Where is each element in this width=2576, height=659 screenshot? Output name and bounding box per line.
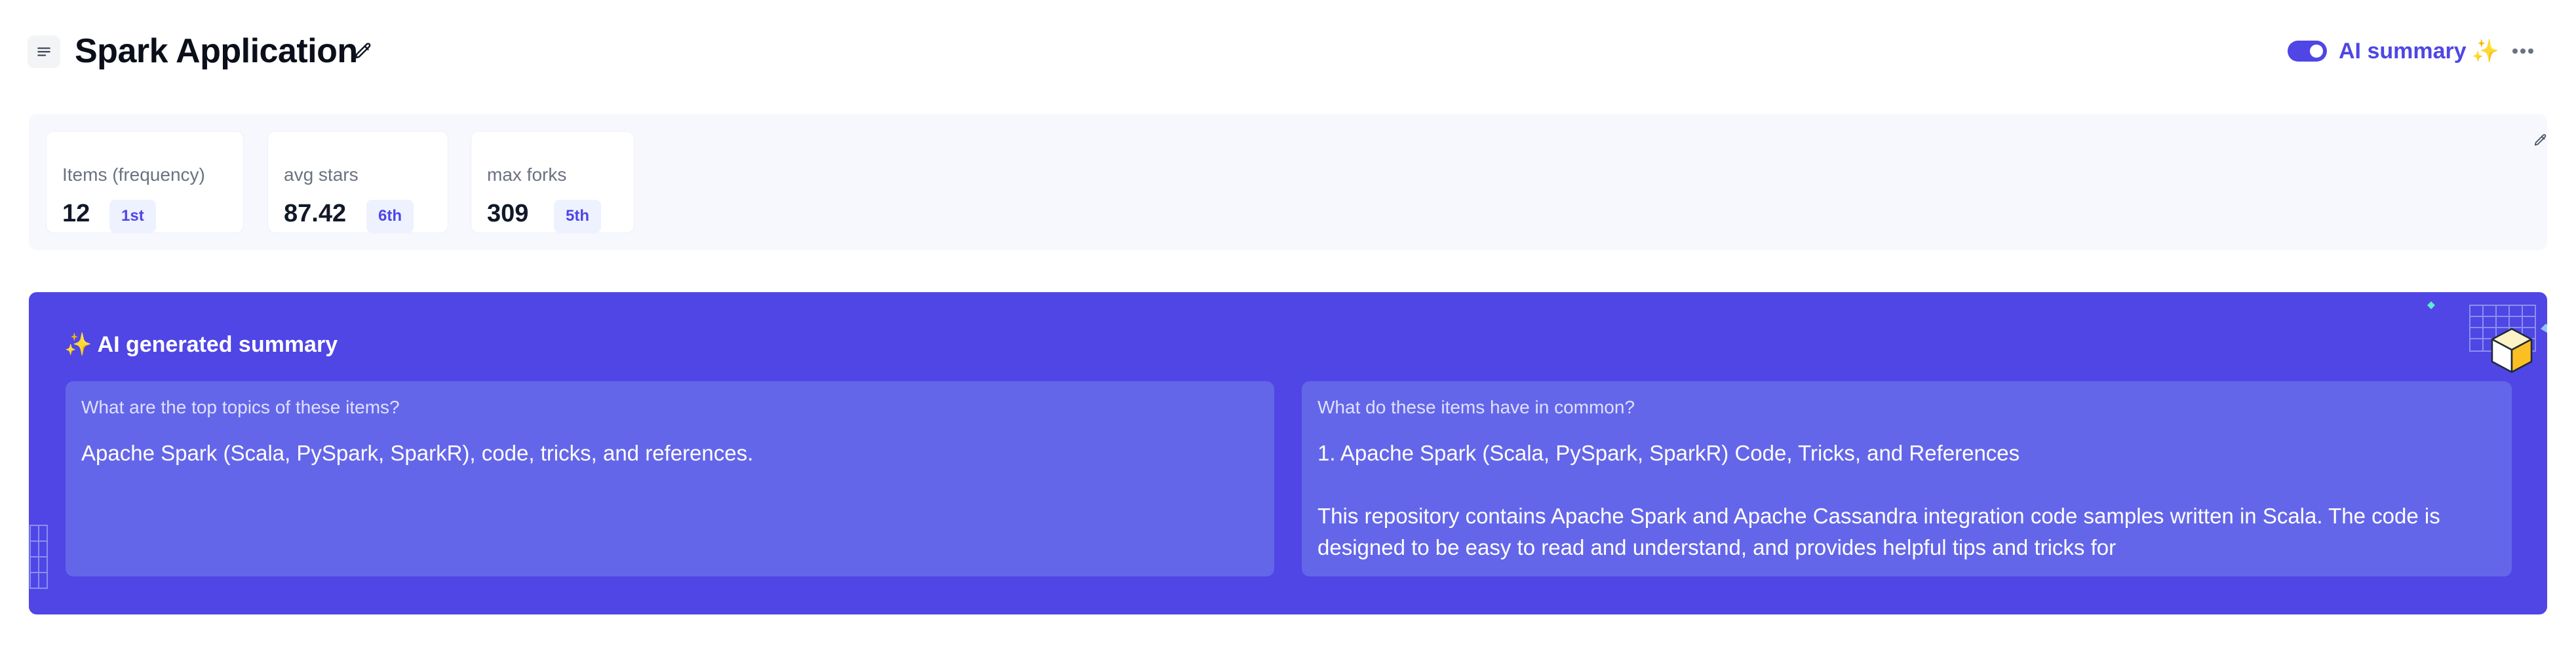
stat-value: 309 (487, 200, 529, 227)
page-header: Spark Application AI summary ✨ (0, 0, 2576, 105)
stat-card-avg-stars: avg stars 87.42 6th (267, 131, 448, 233)
summary-card-common: What do these items have in common? 1. A… (1302, 381, 2512, 576)
summary-card-topics: What are the top topics of these items? … (66, 381, 1274, 576)
edit-stats-button[interactable] (2527, 127, 2554, 153)
stat-value: 12 (62, 200, 90, 227)
page-title: Spark Application (75, 32, 358, 70)
stat-label: Items (frequency) (62, 164, 205, 185)
ai-summary-toggle[interactable] (2288, 41, 2327, 62)
ai-summary-panel: ✨ AI generated summary What are the top … (29, 292, 2547, 614)
stats-panel: Items (frequency) 12 1st avg stars 87.42… (29, 114, 2547, 250)
summary-answer-line: Apache Spark (Scala, PySpark, SparkR), c… (81, 441, 754, 465)
ai-summary-text: AI summary (2339, 39, 2467, 64)
stat-card-items: Items (frequency) 12 1st (46, 131, 244, 233)
rank-badge: 5th (554, 200, 601, 233)
summary-answer-line: This repository contains Apache Spark an… (1317, 504, 2440, 559)
stat-value: 87.42 (284, 200, 347, 227)
summary-question: What do these items have in common? (1317, 397, 1635, 417)
cube-grid-illustration (2427, 301, 2547, 373)
edit-title-button[interactable] (350, 38, 376, 64)
ai-summary-heading-text: AI generated summary (97, 332, 338, 357)
rank-badge: 6th (366, 200, 414, 233)
pencil-icon (2534, 134, 2547, 146)
ai-summary-label[interactable]: AI summary ✨ (2339, 37, 2499, 66)
menu-button[interactable] (28, 35, 60, 68)
grid-decoration (29, 525, 48, 589)
rank-badge: 1st (109, 200, 156, 233)
summary-question: What are the top topics of these items? (81, 397, 400, 417)
sparkle-icon: ✨ (2471, 39, 2499, 64)
stat-label: max forks (487, 164, 567, 185)
summary-answer: Apache Spark (Scala, PySpark, SparkR), c… (81, 438, 1248, 469)
pencil-icon (355, 43, 371, 59)
more-options-button[interactable] (2508, 37, 2538, 66)
summary-answer-line: 1. Apache Spark (Scala, PySpark, SparkR)… (1317, 441, 2020, 465)
summary-answer: 1. Apache Spark (Scala, PySpark, SparkR)… (1317, 438, 2486, 563)
menu-lines-icon (37, 47, 50, 56)
more-horizontal-icon (2512, 48, 2533, 54)
sparkle-icon: ✨ (64, 332, 92, 357)
toggle-knob (2310, 45, 2323, 58)
stat-card-max-forks: max forks 309 5th (471, 131, 634, 233)
stat-label: avg stars (284, 164, 359, 185)
ai-summary-heading: ✨ AI generated summary (64, 331, 338, 358)
